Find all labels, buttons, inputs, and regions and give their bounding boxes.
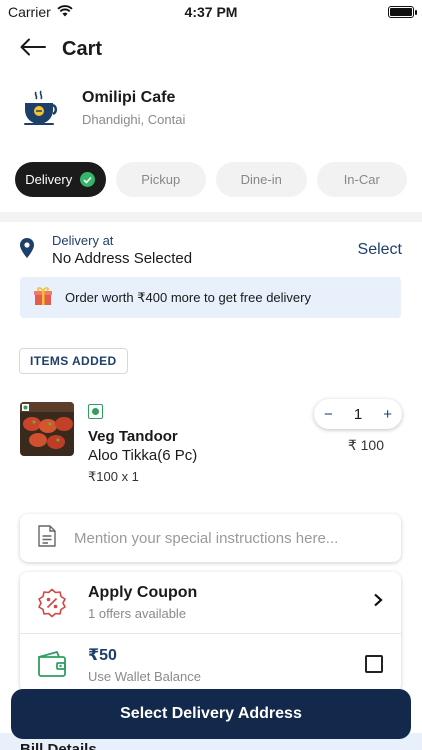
order-type-tabs: Delivery Pickup Dine-in In-Car (15, 162, 407, 197)
wallet-icon (36, 651, 68, 677)
offers-card: Apply Coupon 1 offers available ₹50 Use … (20, 572, 401, 692)
item-subtitle: Aloo Tikka(6 Pc) (88, 447, 198, 464)
wallet-subtitle: Use Wallet Balance (88, 668, 201, 684)
tab-pickup[interactable]: Pickup (115, 162, 206, 197)
cafe-info: Omilipi Cafe Dhandighi, Contai (20, 88, 185, 128)
tab-label: In-Car (343, 172, 380, 187)
coupon-subtitle: 1 offers available (88, 606, 187, 621)
gift-icon (32, 285, 54, 310)
location-pin-icon (20, 237, 38, 263)
items-added-badge: ITEMS ADDED (19, 348, 128, 374)
item-price-quantity: ₹100 x 1 (88, 469, 139, 484)
tab-dine-in[interactable]: Dine-in (216, 162, 307, 197)
tab-delivery[interactable]: Delivery (15, 162, 106, 197)
cafe-logo-icon (20, 88, 60, 128)
section-divider (0, 212, 422, 222)
item-name: Veg Tandoor (88, 428, 178, 445)
header: Cart (20, 34, 102, 64)
wallet-amount: ₹50 (88, 646, 117, 664)
promo-text: Order worth ₹400 more to get free delive… (65, 289, 311, 305)
tab-label: Delivery (25, 172, 73, 187)
coupon-badge-icon (36, 588, 68, 618)
item-total: ₹ 100 (347, 437, 384, 453)
increment-button[interactable]: + (383, 406, 392, 423)
food-image (20, 402, 74, 456)
free-delivery-banner: Order worth ₹400 more to get free delive… (20, 277, 401, 318)
status-left: Carrier (8, 4, 73, 20)
quantity-stepper: − 1 + (314, 399, 402, 429)
quantity-value: 1 (353, 405, 363, 423)
page-title: Cart (62, 37, 103, 60)
select-address-link[interactable]: Select (358, 241, 402, 259)
battery-icon (388, 6, 417, 18)
cafe-name: Omilipi Cafe (82, 89, 176, 106)
decrement-button[interactable]: − (324, 406, 333, 423)
cafe-location: Dhandighi, Contai (82, 112, 186, 127)
coupon-title: Apply Coupon (88, 584, 198, 601)
delivery-label: Delivery at (52, 233, 114, 248)
back-arrow-icon[interactable] (20, 38, 46, 61)
wallet-checkbox[interactable] (365, 655, 383, 673)
bill-details-title: Bill Details (20, 741, 97, 750)
tab-label: Pickup (141, 172, 181, 187)
apply-coupon-row[interactable]: Apply Coupon 1 offers available (20, 572, 401, 633)
document-icon (38, 525, 56, 551)
wallet-balance-row[interactable]: ₹50 Use Wallet Balance (20, 633, 401, 692)
select-delivery-address-button[interactable]: Select Delivery Address (11, 689, 411, 739)
status-bar: Carrier 4:37 PM (0, 0, 422, 24)
special-instructions-input[interactable]: Mention your special instructions here..… (20, 514, 401, 562)
check-circle-icon (80, 172, 96, 187)
delivery-address: No Address Selected (52, 250, 193, 267)
wifi-icon (57, 4, 73, 20)
cart-item: Veg Tandoor Aloo Tikka(6 Pc) ₹100 x 1 − … (20, 399, 402, 492)
tab-in-car[interactable]: In-Car (316, 162, 407, 197)
chevron-right-icon (373, 593, 383, 612)
tab-label: Dine-in (240, 172, 282, 187)
instructions-placeholder: Mention your special instructions here..… (74, 529, 339, 547)
carrier-label: Carrier (8, 4, 51, 20)
delivery-address-row: Delivery at No Address Selected Select (20, 232, 402, 268)
veg-indicator-icon (88, 404, 103, 419)
